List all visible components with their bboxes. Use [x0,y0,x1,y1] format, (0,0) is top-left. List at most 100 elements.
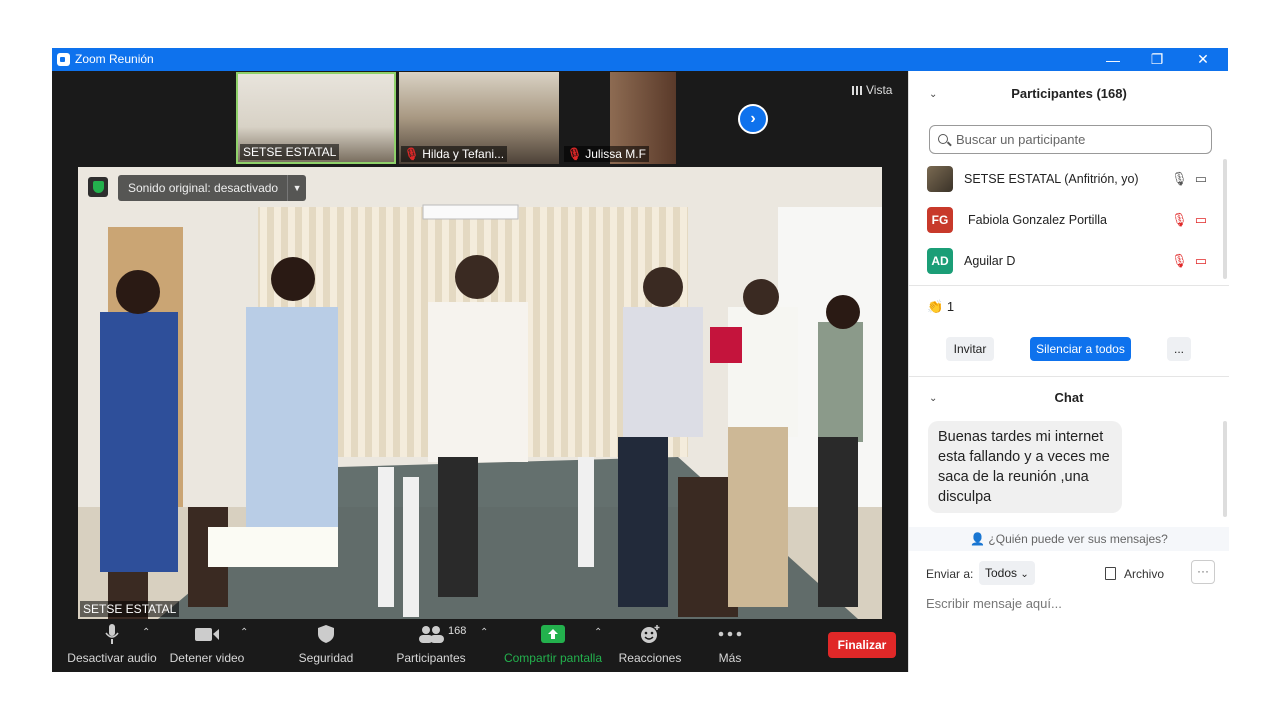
divider [909,285,1229,286]
more-button[interactable]: Más [712,623,748,665]
participant-row[interactable]: SETSE ESTATAL (Anfitrión, yo) 🎙 ▭ [927,164,1217,194]
send-to-label: Enviar a: [926,567,974,581]
original-sound-label: Sonido original: desactivado [128,181,279,195]
reactions-button[interactable]: Reacciones [618,623,682,665]
mute-audio-label: Desactivar audio [67,651,157,665]
more-dots-icon [712,623,748,645]
thumbnail-name: Julissa M.F [585,147,646,161]
restore-button[interactable]: ❐ [1134,48,1180,71]
divider [909,376,1229,377]
meeting-toolbar: Desactivar audio ⌃ Detener video ⌃ Segur… [52,619,908,672]
close-button[interactable]: ✕ [1180,48,1226,71]
message-visibility-label: ¿Quién puede ver sus mensajes? [988,532,1168,546]
window-title: Zoom Reunión [75,52,154,66]
reaction-number: 1 [946,299,955,314]
meeting-room-scene [78,167,882,619]
next-page-button[interactable]: › [738,104,768,134]
speaker-name-label: SETSE ESTATAL [80,601,180,617]
share-screen-button[interactable]: Compartir pantalla [502,623,604,665]
video-off-icon[interactable]: ▭ [1195,212,1207,227]
participants-header: Participantes (168) [1011,86,1127,101]
avatar: FG [927,207,953,233]
chat-scrollbar[interactable] [1223,421,1227,517]
thumbnail-video[interactable]: SETSE ESTATAL [236,72,396,164]
search-icon [938,134,948,144]
participant-row[interactable]: AD Aguilar D 🎙 ▭ [927,246,1217,276]
share-screen-label: Compartir pantalla [503,651,603,665]
mic-off-icon[interactable]: 🎙 [1171,212,1188,227]
participant-status-icons: 🎙 ▭ [1171,171,1207,187]
original-sound-toggle[interactable]: Sonido original: desactivado ▼ [118,175,307,201]
minimize-button[interactable]: — [1090,48,1136,71]
participant-name: Aguilar D [964,254,1016,268]
thumbnail-label: 🎙 Julissa M.F [564,146,649,162]
thumbnail-label: SETSE ESTATAL [240,144,340,160]
chevron-down-icon: ⌄ [1020,569,1029,580]
chat-more-button[interactable]: ··· [1191,560,1215,584]
smiley-plus-icon [618,623,682,645]
video-camera-icon [164,623,250,645]
video-area: SETSE ESTATAL 🎙 Hilda y Tefani... 🎙 Juliss… [52,71,908,672]
main-speaker-video: Sonido original: desactivado ▼ SETSE EST… [78,167,882,619]
thumbnail-name: Hilda y Tefani... [422,147,505,161]
thumbnail-label: 🎙 Hilda y Tefani... [401,146,508,162]
participant-name: Fabiola Gonzalez Portilla [968,213,1107,227]
file-label: Archivo [1124,567,1165,581]
gallery-view-icon [852,86,862,95]
thumbnail-video[interactable]: 🎙 Julissa M.F [562,72,676,164]
audio-options-caret[interactable]: ⌃ [142,627,150,638]
mic-off-icon: 🎙 [404,147,420,161]
video-off-icon[interactable]: ▭ [1195,253,1207,268]
security-button[interactable]: Seguridad [290,623,362,665]
shield-icon [290,623,362,645]
share-options-caret[interactable]: ⌃ [594,627,602,638]
microphone-icon[interactable]: 🎙 [1171,171,1188,186]
recipient-value: Todos [985,566,1018,580]
zoom-logo-icon [57,53,70,66]
chevron-right-icon: › [750,110,756,127]
share-screen-icon [502,623,604,645]
person-lock-icon: 👤 [970,532,986,546]
mic-off-icon[interactable]: 🎙 [1171,253,1188,268]
chat-message-input[interactable]: Escribir mensaje aquí... [926,596,1062,611]
chat-message: Buenas tardes mi internet esta fallando … [928,421,1122,513]
search-placeholder: Buscar un participante [956,132,1086,147]
view-button[interactable]: Vista [852,83,892,97]
clapping-hands-icon: 👏 [927,299,944,314]
invite-button[interactable]: Invitar [946,337,994,361]
participant-row[interactable]: FG Fabiola Gonzalez Portilla 🎙 ▭ [927,205,1217,235]
video-camera-icon[interactable]: ▭ [1195,171,1207,186]
participant-status-icons: 🎙 ▭ [1171,212,1207,228]
mic-off-icon: 🎙 [567,147,583,161]
security-label: Seguridad [298,651,354,665]
title-bar: Zoom Reunión — ❐ ✕ [52,48,1228,71]
zoom-window: Zoom Reunión — ❐ ✕ SETSE ESTATAL 🎙 Hilda … [52,48,1229,672]
file-button[interactable]: Archivo [1105,567,1164,581]
reactions-label: Reacciones [618,651,682,665]
chevron-down-icon[interactable]: ▼ [287,175,306,201]
participants-options-caret[interactable]: ⌃ [480,627,488,638]
stop-video-label: Detener video [169,651,245,665]
thumbnail-video[interactable]: 🎙 Hilda y Tefani... [399,72,559,164]
participant-search-input[interactable]: Buscar un participante [929,125,1212,154]
mute-all-button[interactable]: Silenciar a todos [1030,337,1131,361]
security-shield-icon[interactable] [88,177,108,197]
participants-label: Participantes [396,651,466,665]
participants-count: 168 [448,625,467,637]
message-visibility-link[interactable]: 👤 ¿Quién puede ver sus mensajes? [909,527,1229,551]
avatar [927,166,953,192]
file-icon [1105,567,1116,580]
recipient-dropdown[interactable]: Todos ⌄ [979,561,1035,585]
participants-more-button[interactable]: ... [1167,337,1191,361]
participants-scrollbar[interactable] [1223,159,1227,279]
side-panel: ⌄ Participantes (168) Buscar un particip… [908,71,1229,672]
more-label: Más [718,651,742,665]
avatar: AD [927,248,953,274]
participant-name: SETSE ESTATAL (Anfitrión, yo) [964,172,1139,186]
chat-header: Chat [1054,390,1084,405]
video-options-caret[interactable]: ⌃ [240,627,248,638]
reaction-count: 👏 1 [927,299,954,315]
view-button-label: Vista [866,83,893,97]
end-meeting-button[interactable]: Finalizar [828,632,896,658]
stop-video-button[interactable]: Detener video [164,623,250,665]
